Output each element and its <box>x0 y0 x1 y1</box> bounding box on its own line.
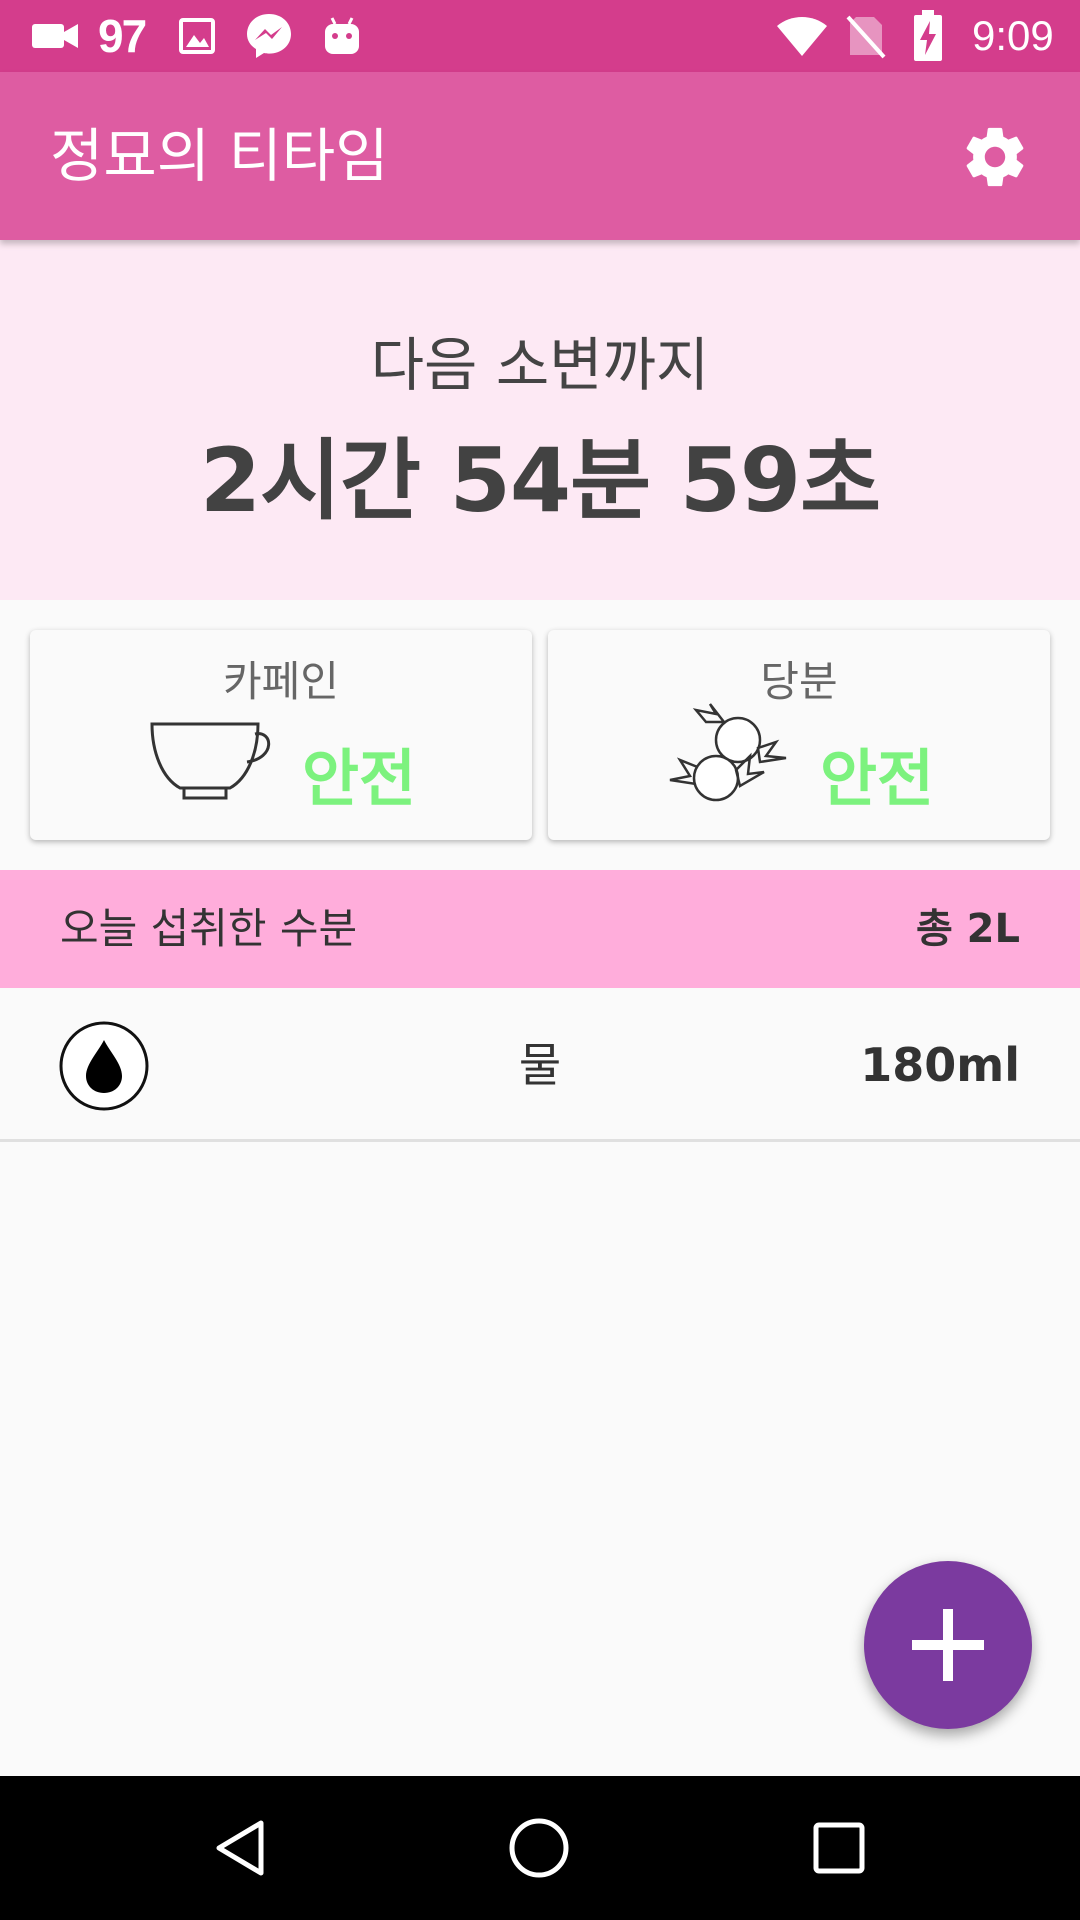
back-icon <box>216 1820 264 1876</box>
status-bar: 97 9:09 <box>0 0 1080 72</box>
notification-count: 97 <box>98 10 147 62</box>
caffeine-card[interactable]: 카페인 안전 <box>30 630 532 840</box>
clock: 9:09 <box>972 12 1054 59</box>
navigation-bar <box>0 1776 1080 1920</box>
plus-icon <box>912 1609 984 1681</box>
caffeine-status: 안전 <box>302 742 417 815</box>
sugar-card[interactable]: 당분 안전 <box>548 630 1050 840</box>
timer-panel: 다음 소변까지 2시간 54분 59초 <box>0 240 1080 600</box>
settings-button[interactable] <box>955 117 1035 197</box>
candy-icon <box>666 702 792 816</box>
battery-charging-icon <box>913 0 943 72</box>
messenger-icon <box>244 0 294 72</box>
wifi-icon <box>775 0 829 72</box>
list-item[interactable]: 물 180ml <box>0 990 1080 1142</box>
recents-button[interactable] <box>789 1798 889 1898</box>
caffeine-card-title: 카페인 <box>223 657 339 706</box>
image-icon <box>178 0 216 72</box>
drink-amount: 180ml <box>860 1038 1020 1092</box>
video-camera-icon <box>30 0 80 72</box>
add-drink-button[interactable] <box>864 1561 1032 1729</box>
teacup-icon <box>148 718 274 810</box>
water-intake-total: 총 2L <box>915 906 1020 952</box>
home-button[interactable] <box>489 1798 589 1898</box>
screen: 97 9:09 정묘의 티타임 다음 소변까지 2시간 54분 59초 카페인 … <box>0 0 1080 1920</box>
sugar-card-title: 당분 <box>760 657 838 706</box>
gear-icon <box>966 127 1024 187</box>
timer-countdown: 2시간 54분 59초 <box>199 429 881 532</box>
android-icon <box>322 0 362 72</box>
home-icon <box>509 1818 569 1878</box>
back-button[interactable] <box>191 1798 291 1898</box>
water-intake-label: 오늘 섭취한 수분 <box>60 904 358 953</box>
timer-label: 다음 소변까지 <box>370 331 710 399</box>
no-sim-icon <box>846 0 886 72</box>
water-intake-header: 오늘 섭취한 수분 총 2L <box>0 870 1080 988</box>
recents-icon <box>813 1822 865 1874</box>
sugar-status: 안전 <box>820 742 935 815</box>
app-title: 정묘의 티타임 <box>50 122 389 190</box>
app-bar: 정묘의 티타임 <box>0 72 1080 240</box>
